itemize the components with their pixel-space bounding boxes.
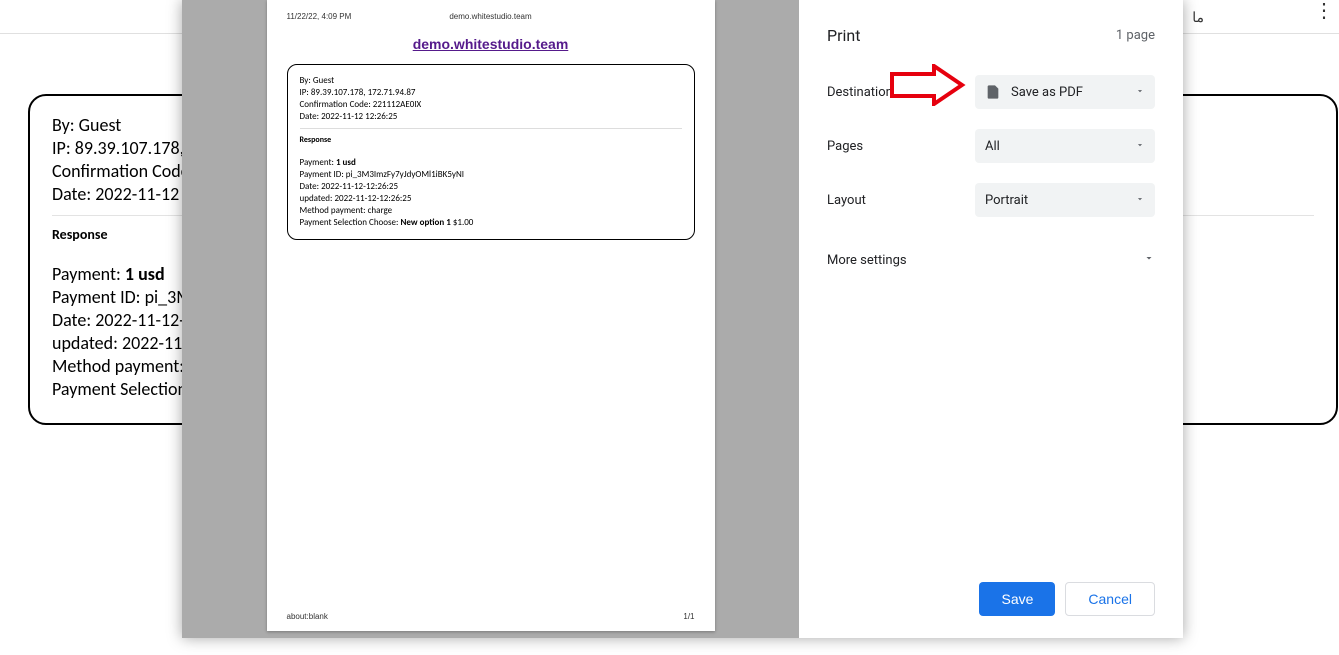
action-buttons: Save Cancel (827, 582, 1155, 620)
bg-date-label: Date: (52, 183, 91, 205)
chevron-down-icon (1143, 252, 1155, 268)
print-preview-pane: 11/22/22, 4:09 PM demo.whitestudio.team … (182, 0, 799, 638)
chevron-down-icon (1135, 139, 1145, 154)
pages-label: Pages (827, 139, 975, 154)
preview-ip: IP: 89.39.107.178, 172.71.94.87 (300, 87, 682, 98)
settings-header: Print 1 page (827, 26, 1155, 45)
preview-footer-left: about:blank (287, 612, 328, 621)
save-button[interactable]: Save (979, 582, 1055, 616)
chevron-down-icon (1135, 193, 1145, 208)
layout-value: Portrait (985, 193, 1135, 208)
pages-value: All (985, 139, 1135, 154)
pages-row: Pages All (827, 129, 1155, 163)
preview-domain-header: demo.whitestudio.team (267, 12, 715, 21)
preview-date2: Date: 2022-11-12-12:26:25 (300, 181, 682, 192)
bg-date-value: 2022-11-12 1 (95, 183, 192, 205)
preview-confirmation: Confirmation Code: 221112AE0IX (300, 99, 682, 110)
print-settings-panel: Print 1 page Destination Save as PDF Pag… (799, 0, 1183, 638)
destination-label: Destination (827, 85, 975, 100)
more-settings-toggle[interactable]: More settings (827, 242, 1155, 278)
chevron-down-icon (1135, 85, 1145, 100)
preview-payment-label: Payment: (300, 157, 336, 168)
preview-response-header: Response (300, 135, 682, 145)
preview-by: By: Guest (300, 75, 682, 86)
preview-footer-right: 1/1 (683, 612, 694, 621)
cancel-button[interactable]: Cancel (1065, 582, 1155, 616)
bg-payment-label: Payment: (52, 263, 121, 285)
bg-updated-label: updated: (52, 332, 118, 354)
bg-payment-value: 1 usd (125, 263, 165, 285)
preview-payment-id: Payment ID: pi_3M3ImzFy7yJdyOMl1iBK5yNI (300, 169, 682, 180)
pdf-icon (985, 84, 1001, 100)
preview-payment-value: 1 usd (336, 157, 356, 168)
bg-date2-label: Date: (52, 309, 91, 331)
print-title: Print (827, 26, 860, 45)
preview-page: 11/22/22, 4:09 PM demo.whitestudio.team … (267, 0, 715, 631)
bg-updated-value: 2022-11 (122, 332, 182, 354)
print-dialog: 11/22/22, 4:09 PM demo.whitestudio.team … (182, 0, 1183, 638)
preview-title-link: demo.whitestudio.team (413, 36, 569, 52)
layout-row: Layout Portrait (827, 183, 1155, 217)
layout-label: Layout (827, 193, 975, 208)
bg-paymentid-label: Payment ID: (52, 286, 141, 308)
pages-select[interactable]: All (975, 129, 1155, 163)
layout-select[interactable]: Portrait (975, 183, 1155, 217)
more-settings-label: More settings (827, 253, 907, 268)
bg-by-value: Guest (79, 114, 122, 136)
page-count: 1 page (1116, 28, 1155, 43)
preview-receipt-box: By: Guest IP: 89.39.107.178, 172.71.94.8… (287, 64, 695, 240)
bg-date2-value: 2022-11-12- (95, 309, 185, 331)
preview-updated: updated: 2022-11-12-12:26:25 (300, 193, 682, 204)
destination-select[interactable]: Save as PDF (975, 75, 1155, 109)
bg-menu-colon: ⋮ (1314, 0, 1334, 22)
preview-selection-price: $1.00 (451, 217, 474, 228)
preview-selection-option: New option 1 (400, 217, 450, 228)
preview-title: demo.whitestudio.team (287, 36, 695, 52)
destination-row: Destination Save as PDF (827, 75, 1155, 109)
destination-value: Save as PDF (1011, 85, 1135, 100)
preview-date: Date: 2022-11-12 12:26:25 (300, 111, 682, 122)
preview-method: Method payment: charge (300, 205, 682, 216)
bg-ip-value: 89.39.107.178, (75, 137, 184, 159)
bg-ip-label: IP: (52, 137, 71, 159)
bg-by-label: By: (52, 114, 75, 136)
bg-rtl-text: ما (1192, 10, 1204, 26)
preview-selection-label: Payment Selection Choose: (300, 217, 401, 228)
